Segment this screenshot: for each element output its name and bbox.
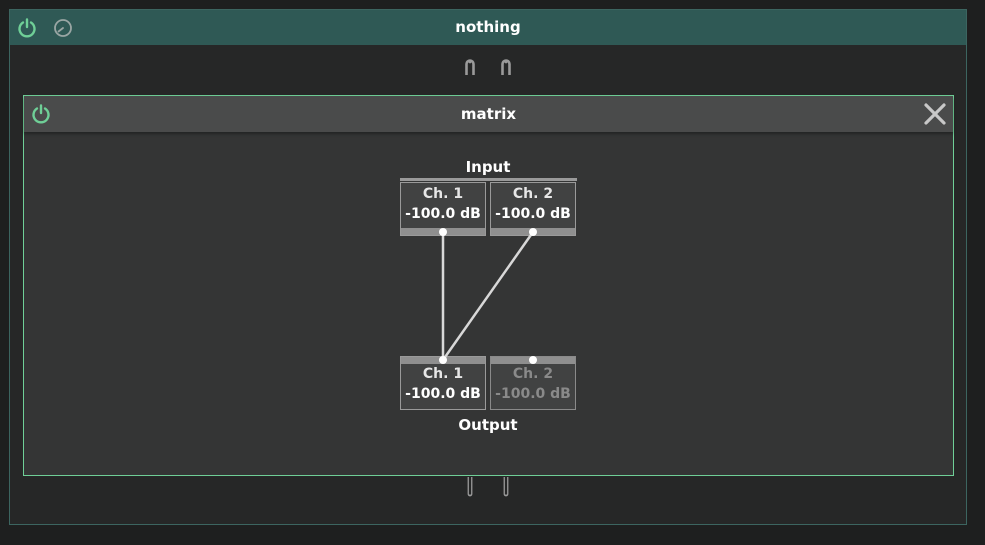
routing-wires — [439, 228, 537, 364]
output-connector-icon[interactable] — [464, 477, 476, 499]
input-port-1 — [439, 228, 447, 236]
output-port-2 — [529, 356, 537, 364]
output-connector-icon[interactable] — [500, 477, 512, 499]
connection-wire — [441, 231, 535, 361]
input-port-2 — [529, 228, 537, 236]
output-port-1 — [439, 356, 447, 364]
